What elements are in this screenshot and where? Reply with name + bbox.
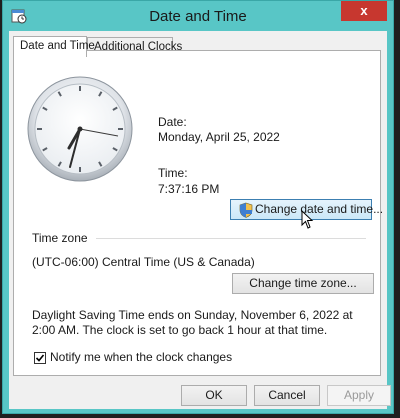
checkmark-icon [35,354,45,362]
mouse-pointer-icon [301,210,314,229]
cancel-button[interactable]: Cancel [254,385,320,406]
time-label: Time: [158,166,188,180]
dialog-body: Date and Time Additional Clocks Date: Mo… [9,31,391,409]
change-date-time-label: Change date and time... [255,202,384,216]
notify-label[interactable]: Notify me when the clock changes [50,350,232,364]
time-zone-divider [96,238,366,239]
tab-date-and-time[interactable]: Date and Time [13,36,95,57]
date-time-dialog: Date and Time x Date and Time Additional… [2,0,394,414]
change-time-zone-button[interactable]: Change time zone... [232,273,374,294]
ok-button[interactable]: OK [181,385,247,406]
apply-button[interactable]: Apply [327,385,391,406]
time-zone-value: (UTC-06:00) Central Time (US & Canada) [32,255,255,269]
title-bar[interactable]: Date and Time x [3,1,393,31]
uac-shield-icon [239,202,253,218]
date-label: Date: [158,115,187,129]
date-value: Monday, April 25, 2022 [158,130,280,144]
tab-panel: Date: Monday, April 25, 2022 Time: 7:37:… [13,50,384,376]
time-value: 7:37:16 PM [158,182,220,196]
analog-clock [27,76,133,182]
dst-message: Daylight Saving Time ends on Sunday, Nov… [32,308,353,337]
window-title: Date and Time [149,8,247,25]
close-button[interactable]: x [341,1,387,21]
notify-checkbox[interactable] [34,352,46,364]
time-zone-group-label: Time zone [32,231,88,245]
